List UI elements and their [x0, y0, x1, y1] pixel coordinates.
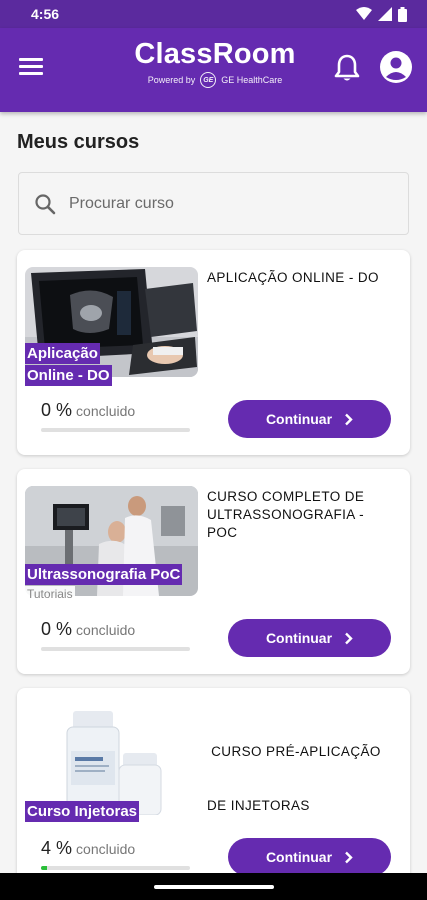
battery-icon [398, 6, 407, 22]
progress-bar [41, 647, 190, 651]
course-thumbnail [25, 705, 198, 815]
progress-bar [41, 866, 190, 870]
notifications-bell-icon[interactable] [333, 53, 361, 83]
continue-button[interactable]: Continuar [228, 838, 391, 876]
progress-text: 4 % concluido [41, 838, 135, 859]
progress-label: concluido [76, 622, 136, 638]
search-icon [35, 194, 56, 215]
hamburger-icon-line [19, 65, 43, 68]
account-avatar-icon[interactable] [379, 50, 413, 84]
status-icons [356, 6, 407, 22]
thumbnail-label: Online - DO [25, 365, 112, 386]
gesture-handle[interactable] [154, 885, 274, 889]
progress-value: 0 [41, 619, 52, 639]
continue-button[interactable]: Continuar [228, 400, 391, 438]
progress-value: 0 [41, 400, 52, 420]
thumbnail-label: Curso Injetoras [25, 801, 140, 822]
wifi-icon [356, 7, 372, 20]
progress-value: 4 [41, 838, 52, 858]
chevron-right-icon [345, 851, 353, 863]
app-title: ClassRoom [134, 38, 296, 70]
progress-bar [41, 428, 190, 432]
search-box[interactable] [18, 172, 409, 235]
course-title-line: CURSO COMPLETO DE [207, 489, 365, 504]
course-title-line: CURSO PRÉ-APLICAÇÃO [207, 744, 381, 759]
status-time: 4:56 [31, 6, 60, 22]
brand: ClassRoom Powered by GE GE HealthCare [130, 38, 300, 88]
progress-percent: 0 % [41, 619, 72, 640]
course-card[interactable]: Curso Injetoras CURSO PRÉ-APLICAÇÃO DE I… [17, 688, 410, 893]
chevron-right-icon [345, 632, 353, 644]
progress-label: concluido [76, 841, 136, 857]
course-title-line: APLICAÇÃO ONLINE - DO [207, 270, 379, 285]
course-title-line: POC [207, 525, 238, 540]
powered-by-text: Powered by [147, 75, 196, 85]
progress-unit: % [56, 400, 73, 420]
page-title: Meus cursos [17, 131, 140, 153]
progress-percent: 4 % [41, 838, 72, 859]
course-title: CURSO COMPLETO DE ULTRASSONOGRAFIA - POC [207, 488, 364, 542]
progress-text: 0 % concluido [41, 400, 135, 421]
progress-label: concluido [76, 403, 136, 419]
course-card[interactable]: Aplicação Online - DO APLICAÇÃO ONLINE -… [17, 250, 410, 455]
hamburger-icon-line [19, 72, 43, 75]
progress-text: 0 % concluido [41, 619, 135, 640]
hamburger-icon-line [19, 58, 43, 61]
continue-button-label: Continuar [265, 630, 333, 646]
progress-fill [41, 866, 47, 870]
injector-syringes-image [25, 705, 198, 815]
continue-button[interactable]: Continuar [228, 619, 391, 657]
progress-percent: 0 % [41, 400, 72, 421]
course-card[interactable]: Ultrassonografia PoC Tutoriais CURSO COM… [17, 469, 410, 674]
thumbnail-tag: Tutoriais [25, 586, 75, 602]
app-bar: ClassRoom Powered by GE GE HealthCare [0, 28, 427, 112]
search-input[interactable] [69, 189, 389, 219]
brand-subtitle: Powered by GE GE HealthCare [130, 72, 300, 88]
progress-unit: % [56, 838, 73, 858]
course-title: APLICAÇÃO ONLINE - DO [207, 269, 379, 287]
ge-logo-icon: GE [200, 72, 217, 88]
chevron-right-icon [345, 413, 353, 425]
course-title: CURSO PRÉ-APLICAÇÃO DE INJETORAS [207, 707, 381, 851]
continue-button-label: Continuar [265, 849, 333, 865]
signal-icon [378, 7, 392, 21]
course-title-line: DE INJETORAS [207, 798, 310, 813]
thumbnail-label: Ultrassonografia PoC [25, 564, 183, 585]
partner-name: GE HealthCare [221, 75, 283, 85]
thumbnail-label: Aplicação [25, 343, 100, 364]
status-bar: 4:56 [0, 0, 427, 28]
continue-button-label: Continuar [265, 411, 333, 427]
progress-unit: % [56, 619, 73, 639]
menu-button[interactable] [19, 58, 43, 78]
course-title-line: ULTRASSONOGRAFIA - [207, 507, 364, 522]
